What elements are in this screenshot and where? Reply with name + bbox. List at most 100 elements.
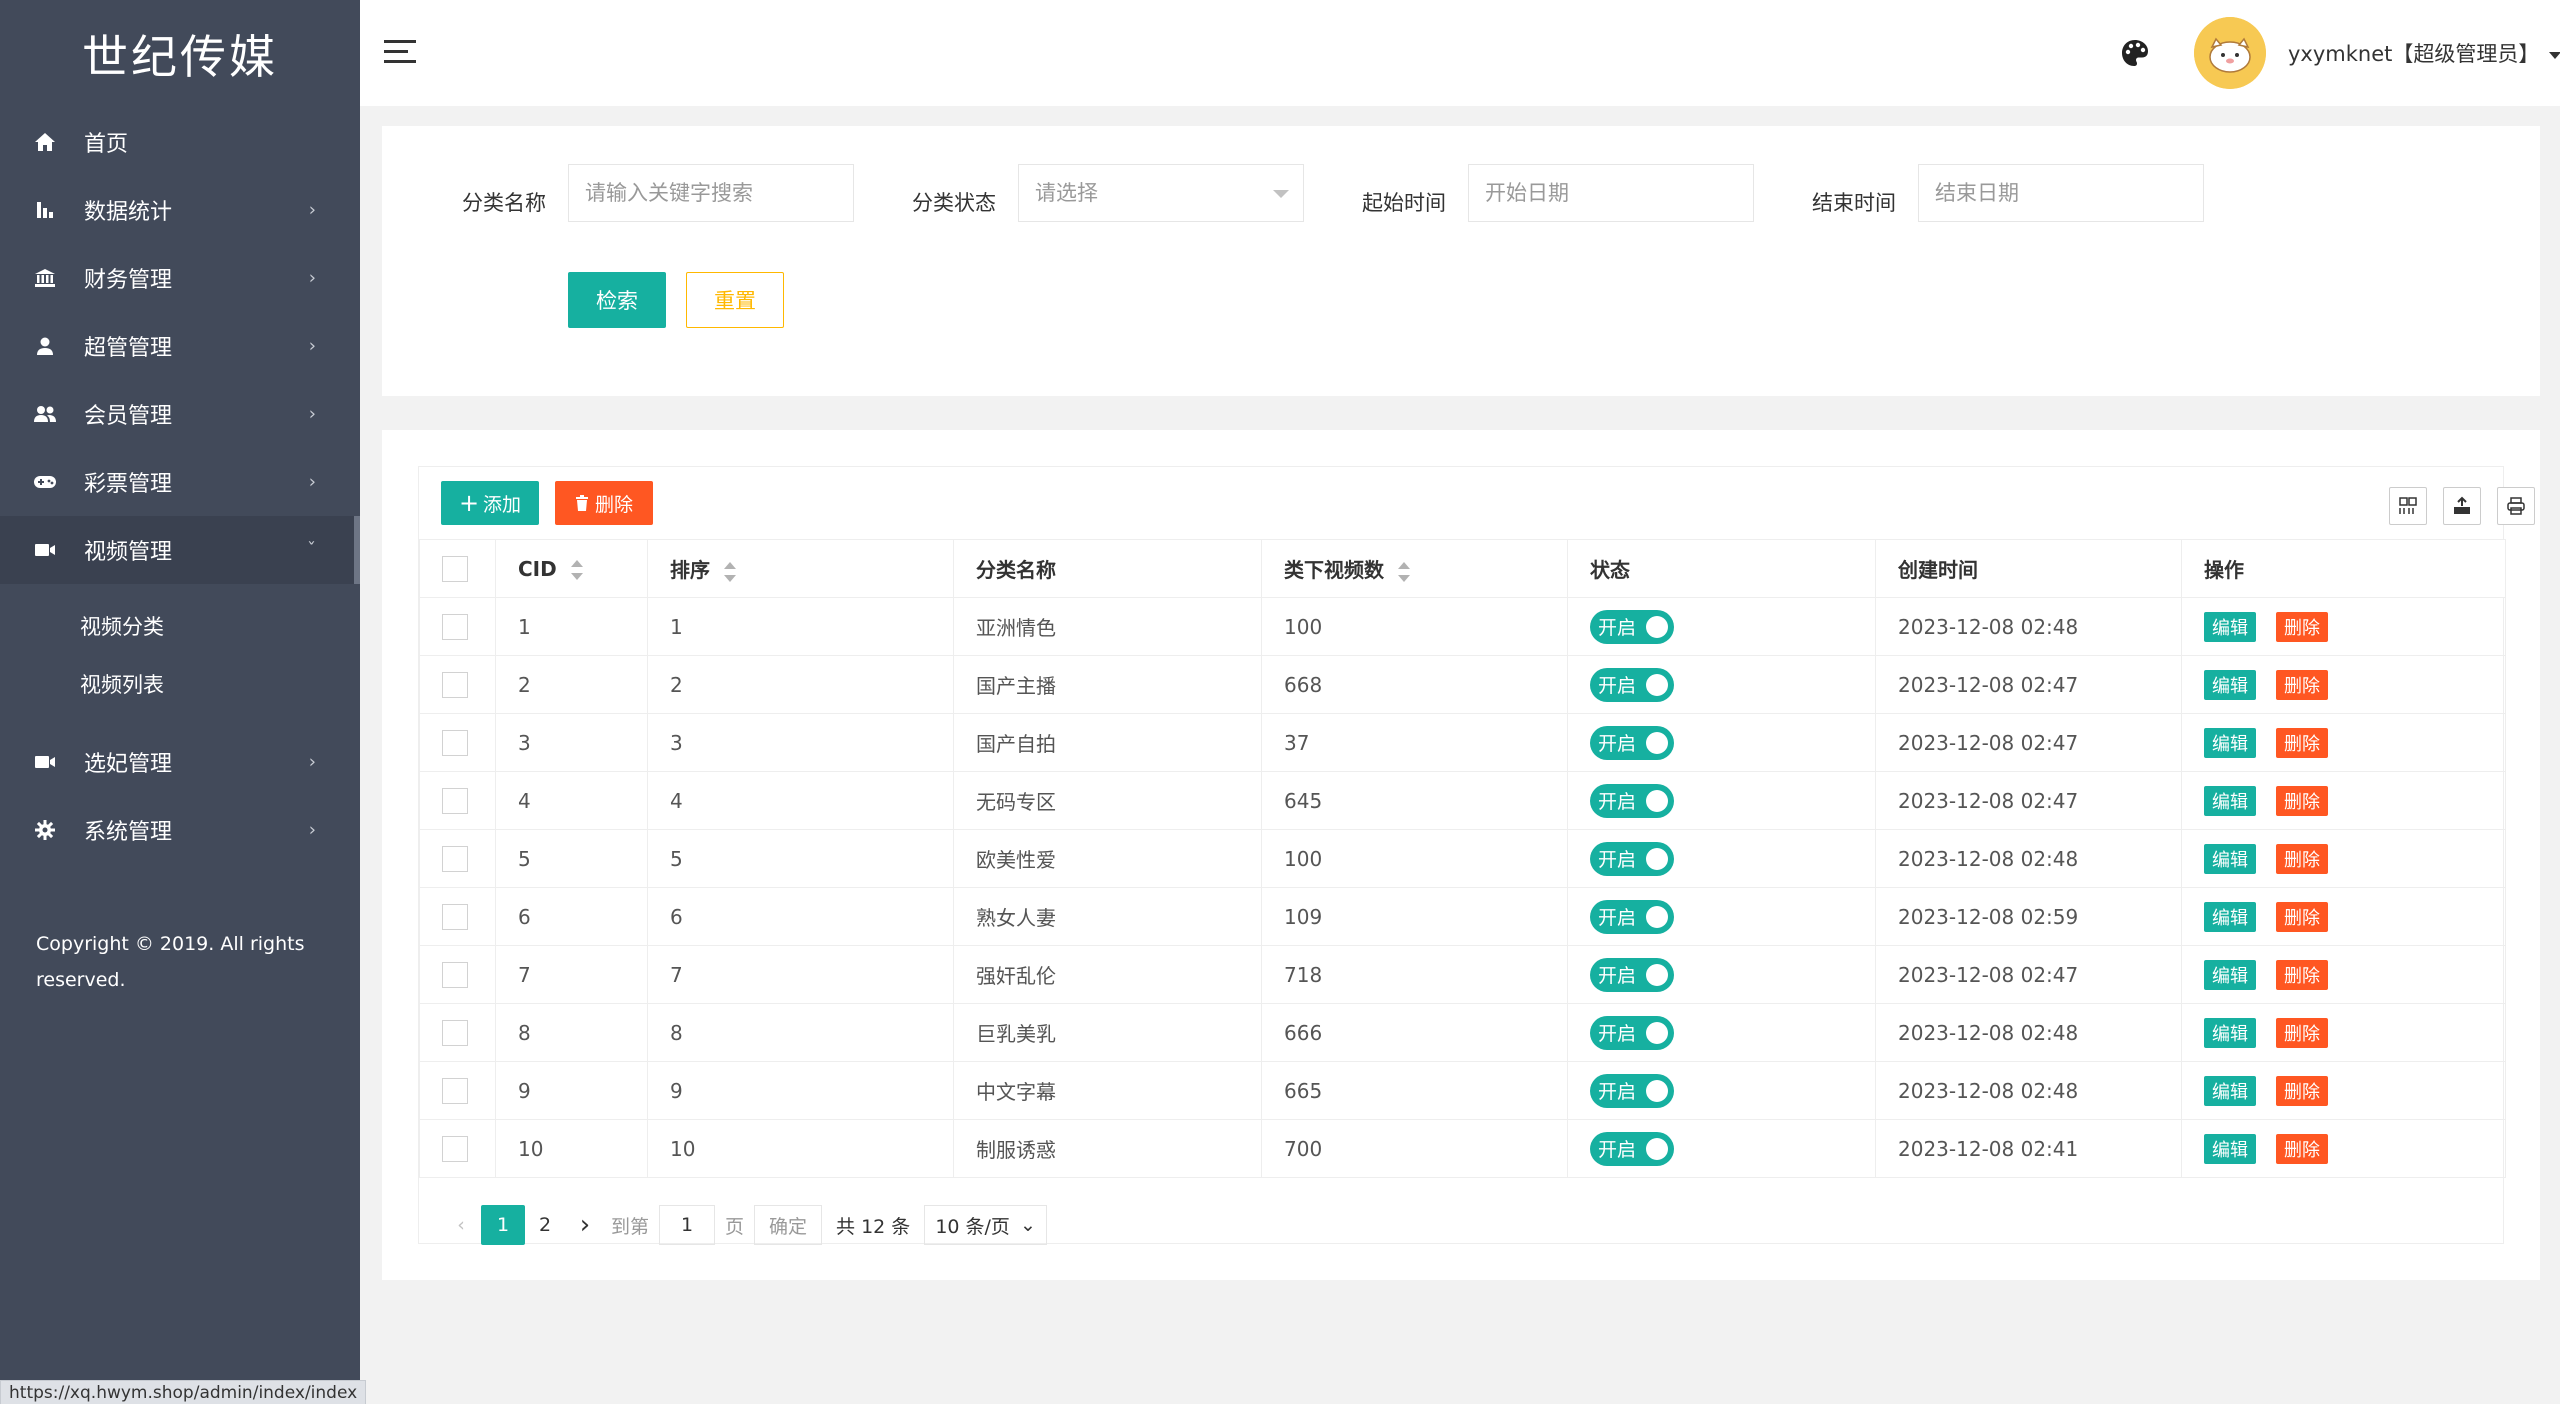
status-toggle[interactable]: 开启 [1590, 957, 1674, 992]
row-checkbox[interactable] [442, 961, 468, 988]
sidebar-item-home[interactable]: 首页 [0, 108, 360, 176]
next-page-icon[interactable]: › [565, 1205, 605, 1245]
sidebar-item-stats[interactable]: 数据统计 › [0, 176, 360, 244]
header-cid[interactable]: CID [495, 539, 648, 598]
edit-button[interactable]: 编辑 [2204, 669, 2256, 700]
bulk-delete-button[interactable]: 删除 [555, 481, 653, 525]
goto-confirm-button[interactable]: 确定 [754, 1205, 823, 1245]
sidebar-item-lottery[interactable]: 彩票管理 › [0, 448, 360, 516]
row-checkbox-cell [419, 887, 496, 946]
category-status-select[interactable]: 请选择 [1018, 164, 1304, 222]
delete-row-button[interactable]: 删除 [2276, 959, 2328, 990]
cell-cid: 9 [495, 1061, 648, 1120]
edit-button[interactable]: 编辑 [2204, 611, 2256, 642]
sidebar-item-concubine[interactable]: 选妃管理 › [0, 728, 360, 796]
delete-row-button[interactable]: 删除 [2276, 727, 2328, 758]
sidebar-item-members[interactable]: 会员管理 › [0, 380, 360, 448]
goto-page-input[interactable]: 1 [659, 1205, 716, 1245]
header-sort[interactable]: 排序 [647, 539, 954, 598]
edit-button[interactable]: 编辑 [2204, 959, 2256, 990]
end-date-input[interactable]: 结束日期 [1918, 164, 2204, 222]
status-toggle[interactable]: 开启 [1590, 841, 1674, 876]
reset-button[interactable]: 重置 [686, 272, 784, 328]
sort-icon[interactable] [570, 560, 585, 580]
page-2-button[interactable]: 2 [525, 1205, 565, 1245]
delete-row-button[interactable]: 删除 [2276, 669, 2328, 700]
edit-button[interactable]: 编辑 [2204, 901, 2256, 932]
row-checkbox[interactable] [442, 613, 468, 640]
cell-cid: 2 [495, 655, 648, 714]
per-page-select[interactable]: 10 条/页 ⌄ [924, 1205, 1047, 1245]
status-toggle[interactable]: 开启 [1590, 667, 1674, 702]
status-toggle[interactable]: 开启 [1590, 609, 1674, 644]
sidebar-item-admin[interactable]: 超管管理 › [0, 312, 360, 380]
cell-name: 国产主播 [953, 655, 1262, 714]
category-name-input[interactable]: 请输入关键字搜索 [568, 164, 854, 222]
theme-palette-icon[interactable] [2120, 38, 2150, 68]
row-checkbox[interactable] [442, 1077, 468, 1104]
status-toggle[interactable]: 开启 [1590, 1073, 1674, 1108]
delete-row-button[interactable]: 删除 [2276, 1133, 2328, 1164]
prev-page-icon[interactable]: ‹ [441, 1205, 481, 1245]
table-row: 8 8 巨乳美乳 666 开启 2023-12-08 02:48 编辑 删除 [419, 1003, 2506, 1062]
cell-status: 开启 [1567, 771, 1876, 830]
delete-row-button[interactable]: 删除 [2276, 785, 2328, 816]
sidebar-item-label: 视频管理 [84, 540, 173, 565]
sidebar-item-system[interactable]: 系统管理 › [0, 796, 360, 864]
edit-button[interactable]: 编辑 [2204, 1017, 2256, 1048]
status-toggle[interactable]: 开启 [1590, 899, 1674, 934]
print-icon[interactable] [2497, 487, 2535, 525]
sidebar-subitem-video-list[interactable]: 视频列表 [0, 656, 360, 714]
row-checkbox[interactable] [442, 1135, 468, 1162]
start-date-input[interactable]: 开始日期 [1468, 164, 1754, 222]
export-icon[interactable] [2443, 487, 2481, 525]
column-filter-icon[interactable] [2389, 487, 2427, 525]
delete-row-button[interactable]: 删除 [2276, 611, 2328, 642]
delete-row-button[interactable]: 删除 [2276, 901, 2328, 932]
row-checkbox[interactable] [442, 845, 468, 872]
row-checkbox[interactable] [442, 1019, 468, 1046]
delete-row-button[interactable]: 删除 [2276, 1075, 2328, 1106]
user-menu[interactable]: yxymknet【超级管理员】 [2288, 38, 2560, 68]
sort-icon[interactable] [724, 561, 738, 582]
row-checkbox[interactable] [442, 729, 468, 756]
sort-icon[interactable] [1398, 561, 1412, 582]
edit-button[interactable]: 编辑 [2204, 843, 2256, 874]
sidebar-item-video[interactable]: 视频管理 ˇ [0, 516, 360, 584]
cell-name: 无码专区 [953, 771, 1262, 830]
table-row: 1 1 亚洲情色 100 开启 2023-12-08 02:48 编辑 删除 [419, 597, 2506, 656]
chevron-right-icon: › [308, 199, 316, 221]
status-toggle[interactable]: 开启 [1590, 725, 1674, 760]
cell-created: 2023-12-08 02:47 [1875, 713, 2182, 772]
row-checkbox[interactable] [442, 903, 468, 930]
status-toggle[interactable]: 开启 [1590, 783, 1674, 818]
edit-button[interactable]: 编辑 [2204, 1075, 2256, 1106]
sidebar-subitem-video-category[interactable]: 视频分类 [0, 598, 360, 656]
header-count[interactable]: 类下视频数 [1261, 539, 1568, 598]
status-toggle-label: 开启 [1598, 907, 1637, 929]
row-checkbox[interactable] [442, 787, 468, 814]
avatar[interactable] [2194, 17, 2266, 89]
start-date-placeholder: 开始日期 [1485, 181, 1569, 205]
page-1-button[interactable]: 1 [481, 1205, 525, 1245]
edit-button[interactable]: 编辑 [2204, 1133, 2256, 1164]
edit-button[interactable]: 编辑 [2204, 727, 2256, 758]
cell-status: 开启 [1567, 597, 1876, 656]
sidebar-item-finance[interactable]: 财务管理 › [0, 244, 360, 312]
search-button[interactable]: 检索 [568, 272, 666, 328]
status-toggle-label: 开启 [1598, 965, 1637, 987]
video-icon [32, 537, 58, 563]
add-button[interactable]: + 添加 [441, 481, 539, 525]
row-checkbox[interactable] [442, 671, 468, 698]
status-toggle[interactable]: 开启 [1590, 1131, 1674, 1166]
status-toggle[interactable]: 开启 [1590, 1015, 1674, 1050]
menu-toggle-icon[interactable] [384, 40, 416, 66]
delete-row-button[interactable]: 删除 [2276, 843, 2328, 874]
select-all-checkbox[interactable] [442, 555, 468, 582]
status-toggle-label: 开启 [1598, 1023, 1637, 1045]
cell-created: 2023-12-08 02:48 [1875, 1003, 2182, 1062]
edit-button[interactable]: 编辑 [2204, 785, 2256, 816]
cell-sort: 3 [647, 713, 954, 772]
delete-row-button[interactable]: 删除 [2276, 1017, 2328, 1048]
sidebar-item-label: 会员管理 [84, 404, 173, 429]
